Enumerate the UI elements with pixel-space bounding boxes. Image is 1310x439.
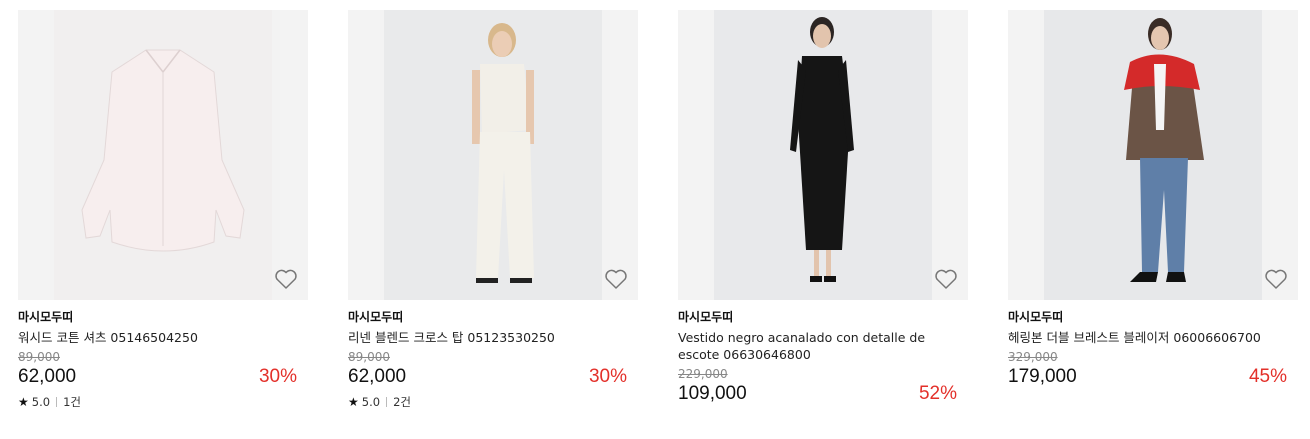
sale-price: 62,000 <box>18 366 77 387</box>
discount-rate: 30% <box>588 366 627 387</box>
original-price: 89,000 <box>348 350 390 364</box>
product-card[interactable]: 마시모두띠 Vestido negro acanalado con detall… <box>678 10 968 406</box>
rating-score: 5.0 <box>361 395 381 409</box>
wishlist-heart-icon[interactable] <box>604 268 628 290</box>
wishlist-heart-icon[interactable] <box>934 268 958 290</box>
original-price: 89,000 <box>18 350 60 364</box>
rating-summary: ★ 5.0 2건 <box>348 395 638 409</box>
rating-score: 5.0 <box>31 395 51 409</box>
discount-rate: 30% <box>258 366 297 387</box>
product-image[interactable] <box>384 10 602 300</box>
divider <box>386 397 388 407</box>
product-card[interactable]: 마시모두띠 헤링본 더블 브레스트 블레이저 06006606700 329,0… <box>1008 10 1298 389</box>
original-price: 229,000 <box>678 367 728 381</box>
review-count: 2건 <box>393 395 411 409</box>
star-icon: ★ <box>18 395 29 409</box>
rating-summary: ★ 5.0 1건 <box>18 395 308 409</box>
product-image-container[interactable] <box>1008 10 1298 300</box>
price-row: 62,000 30% <box>18 365 308 389</box>
product-card[interactable]: 마시모두띠 리넨 블렌드 크로스 탑 05123530250 89,000 62… <box>348 10 638 409</box>
product-image-container[interactable] <box>678 10 968 300</box>
discount-rate: 45% <box>1248 366 1287 387</box>
product-brand: 마시모두띠 <box>18 310 74 324</box>
sale-price: 62,000 <box>348 366 407 387</box>
product-image[interactable] <box>1044 10 1262 300</box>
product-image-container[interactable] <box>18 10 308 300</box>
wishlist-heart-icon[interactable] <box>274 268 298 290</box>
product-name[interactable]: 리넨 블렌드 크로스 탑 05123530250 <box>348 329 608 346</box>
product-image[interactable] <box>54 10 272 300</box>
product-image[interactable] <box>714 10 932 300</box>
product-name[interactable]: 헤링본 더블 브레스트 블레이저 06006606700 <box>1008 329 1268 346</box>
price-row: 179,000 45% <box>1008 365 1298 389</box>
product-brand: 마시모두띠 <box>678 310 734 324</box>
product-brand: 마시모두띠 <box>348 310 404 324</box>
wishlist-heart-icon[interactable] <box>1264 268 1288 290</box>
star-icon: ★ <box>348 395 359 409</box>
price-row: 62,000 30% <box>348 365 638 389</box>
sale-price: 179,000 <box>1008 366 1077 387</box>
original-price: 329,000 <box>1008 350 1058 364</box>
product-name[interactable]: 워시드 코튼 셔츠 05146504250 <box>18 329 278 346</box>
review-count: 1건 <box>63 395 81 409</box>
product-card[interactable]: 마시모두띠 워시드 코튼 셔츠 05146504250 89,000 62,00… <box>18 10 308 409</box>
price-row: 109,000 52% <box>678 382 968 406</box>
sale-price: 109,000 <box>678 383 747 404</box>
discount-rate: 52% <box>918 383 957 404</box>
product-image-container[interactable] <box>348 10 638 300</box>
product-brand: 마시모두띠 <box>1008 310 1064 324</box>
product-name[interactable]: Vestido negro acanalado con detalle de e… <box>678 329 938 363</box>
divider <box>56 397 58 407</box>
product-grid: 마시모두띠 워시드 코튼 셔츠 05146504250 89,000 62,00… <box>0 0 1310 439</box>
